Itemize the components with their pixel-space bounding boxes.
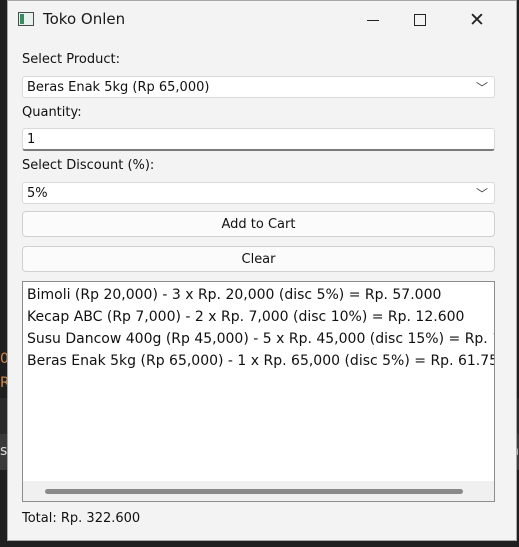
maximize-icon [414,14,426,26]
close-button[interactable]: ✕ [454,1,500,39]
minimize-button[interactable] [350,1,396,39]
maximize-button[interactable] [397,1,443,39]
title-bar[interactable]: Toko Onlen ✕ [8,1,516,39]
total-label: Total: Rp. 322.600 [22,511,141,526]
product-select-value: Beras Enak 5kg (Rp 65,000) [27,80,210,95]
horizontal-scrollbar[interactable] [23,481,494,501]
minimize-icon [367,19,379,21]
cart-item[interactable]: Kecap ABC (Rp 7,000) - 2 x Rp. 7,000 (di… [27,309,464,325]
discount-label: Select Discount (%): [22,158,155,173]
close-icon: ✕ [469,8,485,31]
add-to-cart-button[interactable]: Add to Cart [22,211,495,237]
chevron-down-icon: ﹀ [475,81,488,95]
quantity-field[interactable]: 1 [22,128,495,151]
discount-select[interactable]: 5% ﹀ [22,182,495,204]
scrollbar-thumb[interactable] [45,489,463,494]
cart-item[interactable]: Bimoli (Rp 20,000) - 3 x Rp. 20,000 (dis… [27,287,441,303]
window-title: Toko Onlen [43,10,126,28]
app-window: Toko Onlen ✕ Select Product: Beras Enak … [7,0,517,541]
chevron-down-icon: ﹀ [475,187,488,201]
quantity-value: 1 [27,132,36,147]
app-icon [18,12,34,26]
quantity-label: Quantity: [22,105,82,120]
product-label: Select Product: [22,52,120,67]
cart-list[interactable]: Bimoli (Rp 20,000) - 3 x Rp. 20,000 (dis… [22,281,495,502]
product-select[interactable]: Beras Enak 5kg (Rp 65,000) ﹀ [22,76,495,98]
discount-select-value: 5% [27,186,48,201]
cart-item[interactable]: Beras Enak 5kg (Rp 65,000) - 1 x Rp. 65,… [27,353,494,369]
cart-item[interactable]: Susu Dancow 400g (Rp 45,000) - 5 x Rp. 4… [27,331,494,347]
clear-button[interactable]: Clear [22,246,495,272]
